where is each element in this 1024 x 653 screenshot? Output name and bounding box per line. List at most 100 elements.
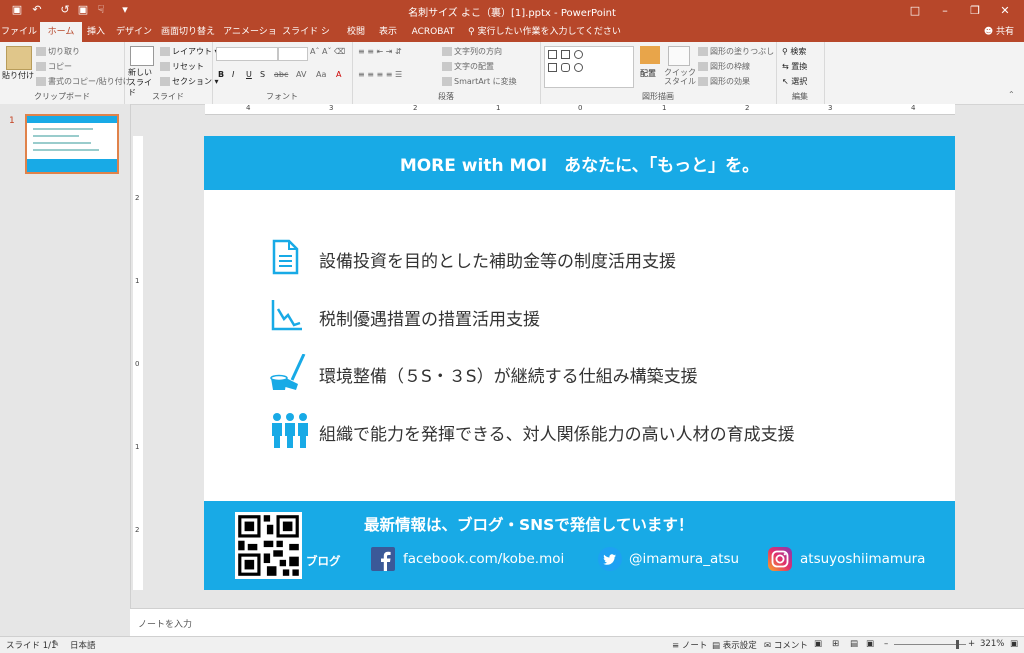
slide-thumbnail[interactable] bbox=[25, 114, 119, 174]
shape-rect-icon[interactable] bbox=[548, 50, 557, 59]
strikethrough-button[interactable]: abc bbox=[274, 70, 288, 79]
language-indicator[interactable]: 日本語 bbox=[70, 639, 96, 651]
tab-transitions[interactable]: 画面切り替え bbox=[160, 22, 216, 42]
align-icons[interactable]: ≡ ≡ ≡ ≡ ☰ bbox=[358, 70, 402, 79]
bullets-icon[interactable]: ≡ ≡ ⇤ ⇥ ⇵ bbox=[358, 47, 402, 56]
normal-view-icon[interactable]: ▣ bbox=[814, 639, 822, 649]
slide-indicator: スライド 1/1 bbox=[6, 641, 57, 651]
font-color-button[interactable]: A bbox=[336, 70, 341, 79]
tab-design[interactable]: デザイン bbox=[114, 22, 154, 42]
paste-button[interactable]: 貼り付け bbox=[2, 70, 34, 81]
ruler-label: 2 bbox=[745, 104, 750, 112]
text-direction-button[interactable]: 文字列の方向 bbox=[442, 46, 502, 57]
close-icon[interactable]: ✕ bbox=[996, 2, 1014, 20]
display-settings[interactable]: ▤ 表示設定 bbox=[712, 639, 757, 651]
copy-button[interactable]: コピー bbox=[36, 61, 72, 72]
shadow-button[interactable]: S bbox=[260, 70, 265, 79]
zoom-slider-thumb[interactable] bbox=[956, 640, 959, 649]
smartart-button[interactable]: SmartArt に変換 bbox=[442, 76, 517, 87]
tab-slideshow[interactable]: スライド ショー bbox=[282, 22, 330, 57]
select-button[interactable]: ↖ 選択 bbox=[782, 76, 807, 87]
quick-styles-icon[interactable] bbox=[668, 46, 690, 66]
select-icon: ↖ bbox=[782, 77, 789, 86]
collapse-ribbon-icon[interactable]: ⌃ bbox=[1008, 90, 1015, 99]
char-spacing-button[interactable]: AV bbox=[296, 70, 306, 79]
italic-button[interactable]: I bbox=[232, 70, 234, 79]
reading-view-icon[interactable]: ▤ bbox=[850, 639, 858, 649]
spellcheck-icon[interactable]: ✎ bbox=[52, 639, 59, 649]
instagram-icon bbox=[768, 547, 792, 571]
underline-button[interactable]: U bbox=[246, 70, 252, 79]
slide-canvas[interactable]: MORE with MOI あなたに、「もっと」を。 設備投資を目的とした補助金… bbox=[204, 136, 955, 590]
comments-toggle-label: コメント bbox=[773, 641, 808, 651]
reset-button[interactable]: リセット bbox=[160, 61, 204, 72]
notes-pane[interactable]: ノートを入力 bbox=[130, 608, 1024, 637]
shape-circle-icon[interactable] bbox=[574, 63, 583, 72]
tab-home[interactable]: ホーム bbox=[40, 22, 82, 42]
tab-view[interactable]: 表示 bbox=[376, 22, 400, 42]
zoom-out-icon[interactable]: – bbox=[884, 639, 888, 649]
shape-textbox-icon[interactable] bbox=[561, 50, 570, 59]
tab-insert[interactable]: 挿入 bbox=[84, 22, 108, 42]
replace-button[interactable]: ⇆ 置換 bbox=[782, 61, 807, 72]
align-text-icon bbox=[442, 62, 452, 71]
minimize-icon[interactable]: – bbox=[936, 2, 954, 20]
slideshow-view-icon[interactable]: ▣ bbox=[866, 639, 874, 649]
paste-icon[interactable] bbox=[6, 46, 32, 70]
tell-me-search[interactable]: ⚲ 実行したい作業を入力してください bbox=[468, 22, 621, 42]
format-painter-button[interactable]: 書式のコピー/貼り付け bbox=[36, 76, 131, 87]
layout-button[interactable]: レイアウト ▾ bbox=[160, 46, 219, 57]
section-button[interactable]: セクション ▾ bbox=[160, 76, 219, 87]
shape-rectangle2-icon[interactable] bbox=[548, 63, 557, 72]
grow-font-icon[interactable]: Aˆ Aˇ bbox=[310, 47, 332, 56]
clipboard-group-label: クリップボード bbox=[34, 92, 90, 101]
instagram-link[interactable]: atsuyoshiimamura bbox=[768, 547, 925, 571]
ruler-label: 4 bbox=[246, 104, 251, 112]
user-icon: ☻ bbox=[983, 27, 996, 37]
shape-oval-icon[interactable] bbox=[574, 50, 583, 59]
font-size-select[interactable] bbox=[278, 47, 308, 61]
twitter-handle: @imamura_atsu bbox=[629, 551, 740, 567]
notes-toggle[interactable]: ≡ ノート bbox=[672, 639, 707, 651]
arrange-icon[interactable] bbox=[640, 46, 660, 64]
text-direction-label: 文字列の方向 bbox=[454, 47, 502, 56]
facebook-link[interactable]: facebook.com/kobe.moi bbox=[371, 547, 564, 571]
clear-format-icon[interactable]: ⌫ bbox=[334, 47, 345, 56]
cut-label: 切り取り bbox=[48, 47, 80, 56]
shape-fill-button[interactable]: 図形の塗りつぶし bbox=[698, 46, 774, 57]
restore-icon[interactable]: ❐ bbox=[966, 2, 984, 20]
tab-animations[interactable]: アニメーション bbox=[222, 22, 278, 57]
shape-rounded-icon[interactable] bbox=[561, 63, 570, 72]
zoom-in-icon[interactable]: + bbox=[968, 639, 975, 649]
twitter-link[interactable]: @imamura_atsu bbox=[597, 547, 739, 571]
quick-styles-button[interactable]: クイック スタイル bbox=[664, 68, 696, 86]
arrange-button[interactable]: 配置 bbox=[640, 68, 656, 79]
shapes-gallery[interactable] bbox=[544, 46, 634, 88]
slide-header-text[interactable]: MORE with MOI あなたに、「もっと」を。 bbox=[204, 151, 955, 176]
tab-acrobat[interactable]: ACROBAT bbox=[408, 22, 458, 42]
cut-button[interactable]: 切り取り bbox=[36, 46, 80, 57]
font-group: Aˆ Aˇ ⌫ B I U S abc AV Aa A フォント bbox=[212, 42, 353, 104]
zoom-level[interactable]: 321% bbox=[980, 639, 1004, 649]
find-button[interactable]: ⚲ 検索 bbox=[782, 46, 806, 57]
slides-group-label: スライド bbox=[152, 92, 184, 101]
new-slide-icon[interactable] bbox=[130, 46, 154, 66]
tab-review[interactable]: 校閲 bbox=[344, 22, 368, 42]
font-name-select[interactable] bbox=[216, 47, 278, 61]
shape-outline-button[interactable]: 図形の枠線 bbox=[698, 61, 750, 72]
share-button[interactable]: ☻ 共有 bbox=[984, 22, 1014, 42]
tab-file[interactable]: ファイル bbox=[0, 22, 38, 42]
slide-sorter-icon[interactable]: ⊞ bbox=[832, 639, 839, 649]
bullet-text: 設備投資を目的とした補助金等の制度活用支援 bbox=[319, 252, 676, 272]
section-icon bbox=[160, 77, 170, 86]
reset-label: リセット bbox=[172, 62, 204, 71]
scissors-icon bbox=[36, 47, 46, 56]
comments-toggle[interactable]: ✉ コメント bbox=[764, 639, 808, 651]
change-case-button[interactable]: Aa bbox=[316, 70, 326, 79]
shape-effects-button[interactable]: 図形の効果 bbox=[698, 76, 750, 87]
clipboard-group: 貼り付け 切り取り コピー 書式のコピー/貼り付け クリップボード bbox=[0, 42, 131, 104]
fit-slide-icon[interactable]: ▣ bbox=[1010, 639, 1018, 649]
bold-button[interactable]: B bbox=[218, 70, 224, 79]
ribbon-display-icon[interactable]: □ bbox=[906, 2, 924, 20]
align-text-button[interactable]: 文字の配置 bbox=[442, 61, 494, 72]
